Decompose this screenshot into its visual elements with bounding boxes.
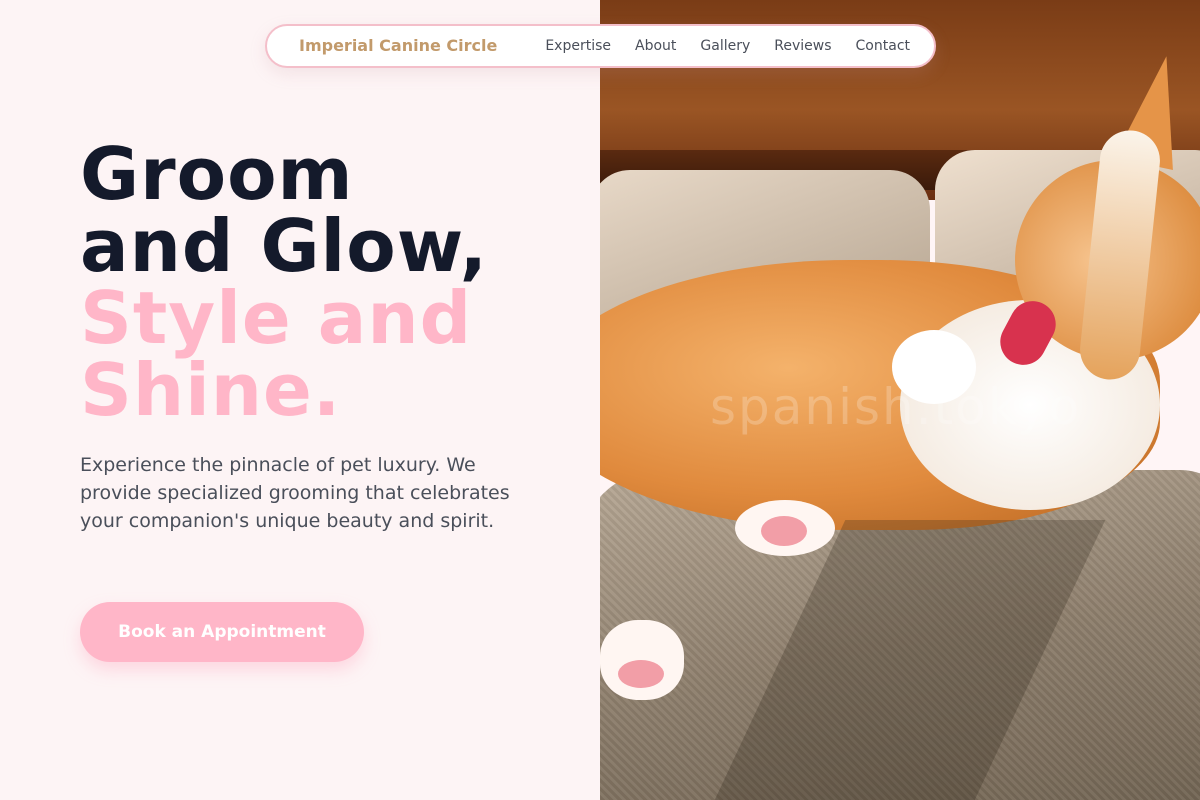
hero-photo: spanish.tokyo [600,0,1200,800]
nav-links: Expertise About Gallery Reviews Contact [545,38,910,54]
nav-link-gallery[interactable]: Gallery [700,38,750,54]
nav-link-expertise[interactable]: Expertise [545,38,611,54]
nav-link-reviews[interactable]: Reviews [774,38,831,54]
paw-pad [761,516,807,546]
cat-lower-paw [600,620,684,700]
cat-back-paw [735,500,835,556]
headline-line-3: Style and [80,276,473,360]
brand-logo-text[interactable]: Imperial Canine Circle [299,36,497,55]
photo-watermark: spanish.tokyo [710,378,1082,436]
paw-pad [618,660,664,688]
headline-line-1: Groom [80,132,354,216]
headline-line-2: and Glow, [80,204,488,288]
nav-link-about[interactable]: About [635,38,676,54]
book-appointment-button[interactable]: Book an Appointment [80,602,364,662]
hero-headline: Groom and Glow, Style and Shine. [80,138,488,426]
hero-description: Experience the pinnacle of pet luxury. W… [80,454,510,532]
top-navigation: Imperial Canine Circle Expertise About G… [265,24,936,68]
cat-on-cushion-photo: spanish.tokyo [600,0,1200,800]
nav-link-contact[interactable]: Contact [856,38,910,54]
headline-line-4: Shine. [80,348,342,432]
